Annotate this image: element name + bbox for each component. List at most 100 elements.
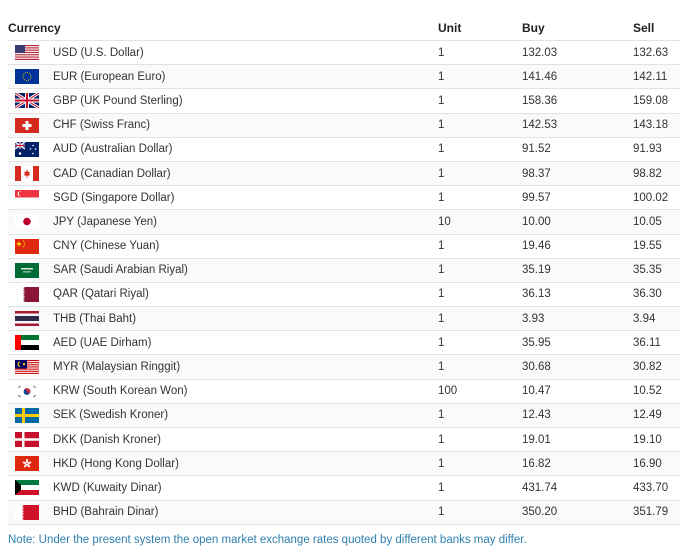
table-row: CNY (Chinese Yuan) 1 19.46 19.55 — [8, 234, 680, 259]
table-header-row: Currency Unit Buy Sell — [8, 16, 680, 41]
header-sell: Sell — [633, 16, 680, 41]
buy-cell: 35.95 — [522, 330, 633, 356]
currency-name: THB (Thai Baht) — [53, 312, 137, 325]
th-flag-icon — [15, 311, 39, 327]
unit-cell: 1 — [438, 427, 522, 453]
currency-name: EUR (European Euro) — [53, 70, 166, 83]
currency-name: HKD (Hong Kong Dollar) — [53, 457, 179, 470]
currency-name: JPY (Japanese Yen) — [53, 215, 158, 228]
sell-cell: 12.49 — [633, 403, 680, 429]
table-row: JPY (Japanese Yen) 10 10.00 10.05 — [8, 209, 680, 235]
buy-cell: 12.43 — [522, 403, 633, 429]
table-row: HKD (Hong Kong Dollar) 1 16.82 16.90 — [8, 451, 680, 477]
currency-name: DKK (Danish Kroner) — [53, 433, 162, 446]
currency-cell: SAR (Saudi Arabian Riyal) — [8, 258, 438, 283]
sell-cell: 143.18 — [633, 113, 680, 138]
currency-name: BHD (Bahrain Dinar) — [53, 506, 159, 519]
unit-cell: 1 — [438, 500, 522, 525]
unit-cell: 1 — [438, 137, 522, 162]
sell-cell: 132.63 — [633, 40, 680, 66]
currency-cell: QAR (Qatari Riyal) — [8, 282, 438, 308]
ca-flag-icon — [15, 166, 39, 182]
table-row: DKK (Danish Kroner) 1 19.01 19.10 — [8, 427, 680, 453]
currency-cell: SEK (Swedish Kroner) — [8, 403, 438, 429]
currency-name: CHF (Swiss Franc) — [53, 119, 151, 132]
buy-cell: 158.36 — [522, 88, 633, 114]
ae-flag-icon — [15, 335, 39, 351]
currency-cell: GBP (UK Pound Sterling) — [8, 88, 438, 114]
buy-cell: 350.20 — [522, 500, 633, 525]
sell-cell: 30.82 — [633, 354, 680, 380]
currency-name: KWD (Kuwaity Dinar) — [53, 481, 162, 494]
currency-name: KRW (South Korean Won) — [53, 385, 188, 398]
sell-cell: 36.11 — [633, 330, 680, 356]
buy-cell: 19.46 — [522, 234, 633, 259]
table-row: BHD (Bahrain Dinar) 1 350.20 351.79 — [8, 500, 680, 525]
sell-cell: 142.11 — [633, 64, 680, 90]
us-flag-icon — [15, 45, 39, 61]
currency-cell: MYR (Malaysian Ringgit) — [8, 354, 438, 380]
kr-flag-icon — [15, 383, 39, 399]
header-currency: Currency — [8, 16, 438, 41]
table-row: MYR (Malaysian Ringgit) 1 30.68 30.82 — [8, 354, 680, 380]
buy-cell: 91.52 — [522, 137, 633, 162]
ch-flag-icon — [15, 117, 39, 133]
unit-cell: 1 — [438, 40, 522, 66]
uk-flag-icon — [15, 93, 39, 109]
table-row: SAR (Saudi Arabian Riyal) 1 35.19 35.35 — [8, 258, 680, 283]
dk-flag-icon — [15, 432, 39, 448]
sell-cell: 10.05 — [633, 209, 680, 235]
sell-cell: 3.94 — [633, 306, 680, 332]
currency-name: GBP (UK Pound Sterling) — [53, 94, 183, 107]
header-buy: Buy — [522, 16, 633, 41]
table-row: AED (UAE Dirham) 1 35.95 36.11 — [8, 330, 680, 356]
sell-cell: 433.70 — [633, 475, 680, 501]
table-row: AUD (Australian Dollar) 1 91.52 91.93 — [8, 137, 680, 162]
eu-flag-icon — [15, 69, 39, 85]
buy-cell: 141.46 — [522, 64, 633, 90]
unit-cell: 1 — [438, 330, 522, 356]
currency-cell: CNY (Chinese Yuan) — [8, 234, 438, 259]
unit-cell: 100 — [438, 379, 522, 404]
table-row: EUR (European Euro) 1 141.46 142.11 — [8, 64, 680, 90]
sell-cell: 10.52 — [633, 379, 680, 404]
table-row: GBP (UK Pound Sterling) 1 158.36 159.08 — [8, 88, 680, 114]
currency-name: SAR (Saudi Arabian Riyal) — [53, 264, 188, 277]
sg-flag-icon — [15, 190, 39, 206]
buy-cell: 431.74 — [522, 475, 633, 501]
sell-cell: 16.90 — [633, 451, 680, 477]
table-row: CAD (Canadian Dollar) 1 98.37 98.82 — [8, 161, 680, 187]
hk-flag-icon — [15, 456, 39, 472]
currency-name: CNY (Chinese Yuan) — [53, 240, 160, 253]
currency-cell: DKK (Danish Kroner) — [8, 427, 438, 453]
buy-cell: 36.13 — [522, 282, 633, 308]
currency-cell: KRW (South Korean Won) — [8, 379, 438, 404]
currency-name: CAD (Canadian Dollar) — [53, 167, 171, 180]
unit-cell: 1 — [438, 403, 522, 429]
currency-name: SEK (Swedish Kroner) — [53, 409, 169, 422]
currency-cell: USD (U.S. Dollar) — [8, 40, 438, 66]
buy-cell: 10.00 — [522, 209, 633, 235]
buy-cell: 98.37 — [522, 161, 633, 187]
exchange-rates-page: Currency Unit Buy Sell USD (U.S. Dollar)… — [0, 0, 682, 553]
header-unit: Unit — [438, 16, 522, 41]
currency-name: SGD (Singapore Dollar) — [53, 191, 175, 204]
sell-cell: 100.02 — [633, 185, 680, 211]
currency-cell: BHD (Bahrain Dinar) — [8, 500, 438, 525]
buy-cell: 30.68 — [522, 354, 633, 380]
exchange-rates-table: Currency Unit Buy Sell USD (U.S. Dollar)… — [8, 16, 680, 525]
table-row: USD (U.S. Dollar) 1 132.03 132.63 — [8, 40, 680, 66]
currency-cell: AED (UAE Dirham) — [8, 330, 438, 356]
currency-cell: HKD (Hong Kong Dollar) — [8, 451, 438, 477]
sell-cell: 19.10 — [633, 427, 680, 453]
unit-cell: 1 — [438, 113, 522, 138]
sell-cell: 351.79 — [633, 500, 680, 525]
sell-cell: 159.08 — [633, 88, 680, 114]
unit-cell: 1 — [438, 88, 522, 114]
sell-cell: 98.82 — [633, 161, 680, 187]
unit-cell: 1 — [438, 185, 522, 211]
currency-cell: THB (Thai Baht) — [8, 306, 438, 332]
currency-cell: EUR (European Euro) — [8, 64, 438, 90]
unit-cell: 1 — [438, 64, 522, 90]
buy-cell: 99.57 — [522, 185, 633, 211]
